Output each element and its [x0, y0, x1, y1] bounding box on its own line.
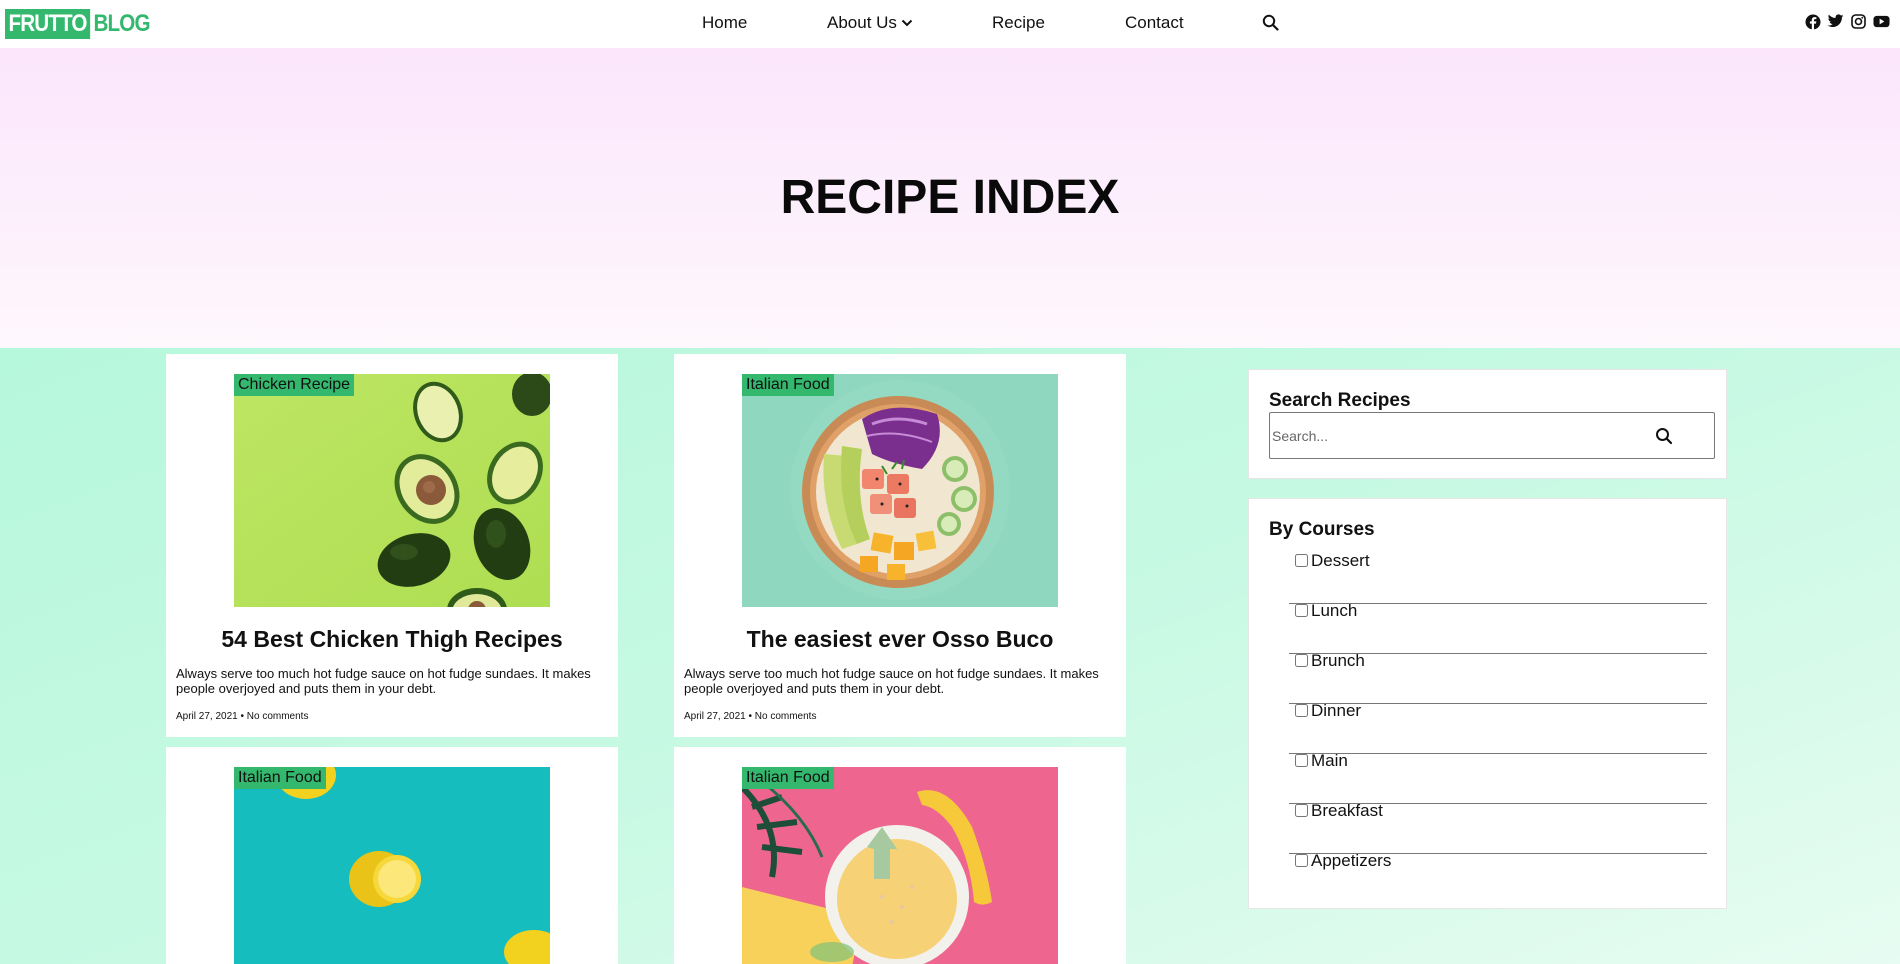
- card-image-poke-bowl[interactable]: [742, 374, 1058, 607]
- nav-about-us[interactable]: About Us: [827, 13, 913, 33]
- category-tag[interactable]: Italian Food: [234, 767, 326, 789]
- twitter-icon[interactable]: [1827, 13, 1844, 30]
- course-item: Dessert: [1289, 551, 1707, 604]
- card-image-lemons[interactable]: [234, 767, 550, 964]
- recipe-card: Italian Food The easiest ever Osso Buco …: [674, 354, 1126, 737]
- course-item: Main: [1289, 751, 1707, 804]
- course-item: Breakfast: [1289, 801, 1707, 854]
- nav-home-label: Home: [702, 13, 748, 32]
- page-title: RECIPE INDEX: [780, 171, 1120, 224]
- course-checkbox-dessert[interactable]: [1295, 554, 1308, 567]
- search-input[interactable]: [1272, 425, 1632, 447]
- search-widget: Search Recipes: [1248, 369, 1727, 479]
- course-checkbox-main[interactable]: [1295, 754, 1308, 767]
- youtube-icon[interactable]: [1873, 13, 1890, 30]
- facebook-icon[interactable]: [1804, 13, 1821, 30]
- category-tag[interactable]: Italian Food: [742, 767, 834, 789]
- course-label[interactable]: Main: [1311, 751, 1348, 771]
- course-label[interactable]: Dinner: [1311, 701, 1361, 721]
- nav-recipe-label: Recipe: [992, 13, 1045, 32]
- nav-contact[interactable]: Contact: [1125, 13, 1184, 33]
- course-checkbox-appetizers[interactable]: [1295, 854, 1308, 867]
- course-label[interactable]: Brunch: [1311, 651, 1365, 671]
- course-item: Brunch: [1289, 651, 1707, 704]
- courses-widget-title: By Courses: [1269, 519, 1375, 540]
- search-field: [1269, 412, 1715, 459]
- search-widget-title: Search Recipes: [1269, 390, 1411, 411]
- nav-recipe[interactable]: Recipe: [992, 13, 1045, 33]
- card-excerpt: Always serve too much hot fudge sauce on…: [684, 666, 1099, 696]
- recipe-card: Italian Food: [166, 747, 618, 964]
- course-item: Dinner: [1289, 701, 1707, 754]
- card-meta: April 27, 2021 • No comments: [176, 711, 309, 722]
- nav-home[interactable]: Home: [702, 13, 747, 33]
- nav-contact-label: Contact: [1125, 13, 1184, 32]
- course-filter-list: Dessert Lunch Brunch Dinner Main Breakfa…: [1289, 551, 1707, 904]
- course-checkbox-brunch[interactable]: [1295, 654, 1308, 667]
- course-checkbox-dinner[interactable]: [1295, 704, 1308, 717]
- site-logo[interactable]: FRUTTO BLOG: [5, 8, 151, 39]
- course-checkbox-breakfast[interactable]: [1295, 804, 1308, 817]
- category-tag[interactable]: Chicken Recipe: [234, 374, 355, 396]
- card-title[interactable]: 54 Best Chicken Thigh Recipes: [166, 626, 618, 653]
- recipe-card: Italian Food: [674, 747, 1126, 964]
- nav-about-label: About Us: [827, 13, 897, 32]
- search-icon: [1656, 428, 1673, 445]
- course-item: Lunch: [1289, 601, 1707, 654]
- search-submit-button[interactable]: [1655, 427, 1673, 450]
- content-area: Chicken Recipe 54 Best Chicken Thigh Rec…: [0, 348, 1900, 964]
- chevron-down-icon: [901, 19, 913, 27]
- card-image-avocados[interactable]: [234, 374, 550, 607]
- card-excerpt: Always serve too much hot fudge sauce on…: [176, 666, 591, 696]
- card-title[interactable]: The easiest ever Osso Buco: [674, 626, 1126, 653]
- course-label[interactable]: Dessert: [1311, 551, 1370, 571]
- card-meta: April 27, 2021 • No comments: [684, 711, 817, 722]
- category-tag[interactable]: Italian Food: [742, 374, 834, 396]
- social-links: [1804, 13, 1890, 30]
- course-item: Appetizers: [1289, 851, 1707, 904]
- recipe-card: Chicken Recipe 54 Best Chicken Thigh Rec…: [166, 354, 618, 737]
- logo-rest-text: BLOG: [93, 9, 150, 37]
- course-checkbox-lunch[interactable]: [1295, 604, 1308, 617]
- search-icon[interactable]: [1262, 14, 1279, 31]
- course-label[interactable]: Lunch: [1311, 601, 1357, 621]
- instagram-icon[interactable]: [1850, 13, 1867, 30]
- logo-box-text: FRUTTO: [5, 8, 91, 39]
- hero-banner: RECIPE INDEX: [0, 48, 1900, 348]
- course-label[interactable]: Appetizers: [1311, 851, 1391, 871]
- card-image-smoothie-bowl[interactable]: [742, 767, 1058, 964]
- courses-widget: By Courses Dessert Lunch Brunch Dinner M…: [1248, 498, 1727, 909]
- site-header: FRUTTO BLOG Home About Us Recipe Contact: [0, 0, 1900, 48]
- course-label[interactable]: Breakfast: [1311, 801, 1383, 821]
